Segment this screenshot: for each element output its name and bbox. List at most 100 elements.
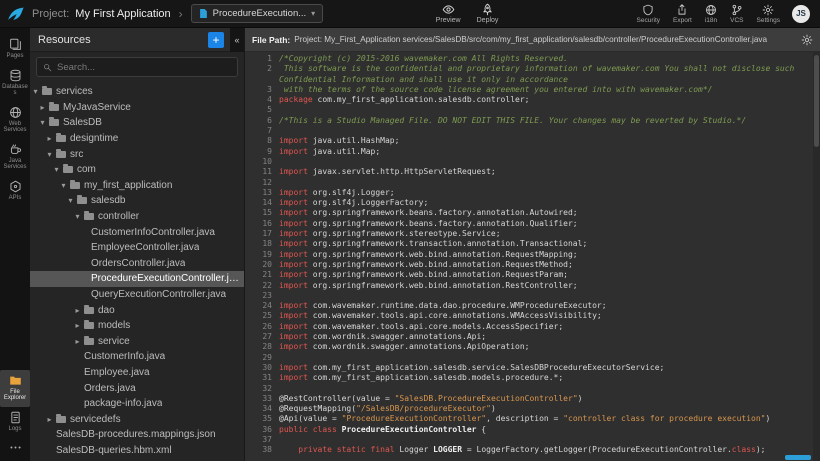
vertical-scrollbar-thumb[interactable] (814, 55, 819, 147)
code-token: @Api (279, 414, 298, 423)
tree-file-row[interactable]: SalesDB-procedures.mappings.json (30, 427, 244, 443)
topbar-action-vcs[interactable]: VCS (730, 4, 743, 24)
tree-file-row[interactable]: CustomerInfo.java (30, 349, 244, 365)
code-text: import com.wavemaker.tools.api.core.anno… (279, 311, 820, 321)
code-editor[interactable]: 1/*Copyright (c) 2015-2016 wavemaker.com… (245, 52, 820, 461)
search-input[interactable] (57, 62, 231, 73)
rail-item-databases[interactable]: Databases (0, 65, 30, 102)
folder-icon (84, 213, 94, 220)
code-token: import (279, 311, 308, 320)
tree-item-label: src (70, 149, 83, 160)
vertical-scrollbar[interactable] (813, 52, 820, 461)
line-number: 15 (245, 208, 279, 218)
topbar-action-settings[interactable]: Settings (757, 4, 781, 24)
code-text: import java.util.Map; (279, 147, 820, 157)
tree-item-label: CustomerInfoController.java (91, 227, 215, 238)
collapse-panel-button[interactable]: « (230, 28, 244, 52)
tree-folder-row[interactable]: ▾services (30, 84, 244, 100)
tree-folder-row[interactable]: ▸MyJavaService (30, 100, 244, 116)
code-text: import org.springframework.web.bind.anno… (279, 281, 820, 291)
tree-item-label: com (77, 164, 96, 175)
rail-item-file-explorer[interactable]: File Explorer (0, 370, 30, 407)
tree-folder-row[interactable]: ▾controller (30, 209, 244, 225)
folder-icon (63, 166, 73, 173)
tree-folder-row[interactable]: ▾com (30, 162, 244, 178)
code-text: import org.slf4j.LoggerFactory; (279, 198, 820, 208)
code-line: 22import org.springframework.web.bind.an… (245, 281, 820, 291)
tree-file-row[interactable]: package-info.java (30, 396, 244, 412)
tree-folder-row[interactable]: ▾my_first_application (30, 178, 244, 194)
code-token: com.wavemaker.tools.api.core.annotations… (308, 311, 602, 320)
code-token: "/SalesDB/procedureExecutor" (356, 404, 491, 413)
open-file-dropdown[interactable]: ProcedureExecution... ▾ (191, 4, 324, 23)
code-token: import (279, 270, 308, 279)
code-token: org.springframework.web.bind.annotation.… (308, 281, 578, 290)
folder-icon (84, 322, 94, 329)
chevron-right-icon: ▸ (46, 134, 53, 143)
tree-file-row[interactable]: OrdersController.java (30, 256, 244, 272)
globe-icon (705, 4, 717, 16)
code-token: "SalesDB.ProcedureExecutionController" (395, 394, 578, 403)
tree-folder-row[interactable]: ▸service (30, 334, 244, 350)
tree-folder-row[interactable]: ▾salesdb (30, 193, 244, 209)
topbar-action-i18n[interactable]: i18n (705, 4, 717, 24)
code-line: 26import com.wavemaker.tools.api.core.mo… (245, 322, 820, 332)
rail-item-label: APIs (1, 195, 29, 202)
code-line: 17import org.springframework.stereotype.… (245, 229, 820, 239)
tree-item-label: ProcedureExecutionController.java (91, 273, 244, 284)
tree-file-row[interactable]: QueryExecutionController.java (30, 287, 244, 303)
code-token: org.springframework.beans.factory.annota… (308, 219, 578, 228)
editor-settings-gear-icon[interactable] (801, 34, 813, 46)
line-number: 8 (245, 136, 279, 146)
user-avatar[interactable]: JS (792, 5, 810, 23)
line-number: 7 (245, 126, 279, 136)
tree-folder-row[interactable]: ▾SalesDB (30, 115, 244, 131)
code-line: 11import javax.servlet.http.HttpServletR… (245, 167, 820, 177)
tree-file-row[interactable]: ProcedureExecutionController.java (30, 271, 244, 287)
code-token: org.springframework.beans.factory.annota… (308, 208, 578, 217)
wavemaker-logo-icon[interactable] (6, 4, 26, 24)
code-text: import org.springframework.beans.factory… (279, 219, 820, 229)
tree-file-row[interactable]: EmployeeController.java (30, 240, 244, 256)
rail-item-web-services[interactable]: Web Services (0, 102, 30, 139)
code-line: 37 (245, 435, 820, 445)
rail-item-java-services[interactable]: Java Services (0, 139, 30, 176)
code-line: 19import org.springframework.web.bind.an… (245, 250, 820, 260)
tree-folder-row[interactable]: ▸dao (30, 302, 244, 318)
tree-folder-row[interactable]: ▸servicedefs (30, 411, 244, 427)
activity-rail: PagesDatabasesWeb ServicesJava Services A… (0, 28, 30, 461)
pages-icon (9, 38, 22, 51)
rail-item-logs[interactable]: Logs (0, 407, 30, 438)
code-text: import org.slf4j.Logger; (279, 188, 820, 198)
file-icon (199, 8, 208, 19)
tree-folder-row[interactable]: ▸models (30, 318, 244, 334)
topbar-action-export[interactable]: Export (673, 4, 692, 24)
line-number: 17 (245, 229, 279, 239)
tree-file-row[interactable]: Employee.java (30, 365, 244, 381)
deploy-button[interactable]: Deploy (477, 3, 499, 24)
code-line: 35@Api(value = "ProcedureExecutionContro… (245, 414, 820, 424)
horizontal-scrollbar-thumb[interactable] (785, 455, 811, 460)
rail-bottom-items: File ExplorerLogs (0, 370, 30, 460)
tree-folder-row[interactable]: ▾src (30, 146, 244, 162)
tree-file-row[interactable]: Orders.java (30, 380, 244, 396)
code-text: public class ProcedureExecutionControlle… (279, 425, 820, 435)
tree-folder-row[interactable]: ▸designtime (30, 131, 244, 147)
code-line: 36public class ProcedureExecutionControl… (245, 425, 820, 435)
rail-item-apis[interactable]: APIs (0, 176, 30, 207)
code-token: @RestController (279, 394, 351, 403)
horizontal-scrollbar[interactable] (279, 455, 813, 461)
code-token: import (279, 219, 308, 228)
web-services-icon (9, 106, 22, 119)
rail-item-more[interactable] (0, 437, 30, 459)
preview-button[interactable]: Preview (436, 3, 461, 24)
topbar-action-security[interactable]: Security (637, 4, 660, 24)
tree-file-row[interactable]: CustomerInfoController.java (30, 224, 244, 240)
line-number: 16 (245, 219, 279, 229)
add-resource-button[interactable]: + (208, 32, 224, 48)
rail-item-pages[interactable]: Pages (0, 34, 30, 65)
line-number: 37 (245, 435, 279, 445)
tree-item-label: SalesDB-procedures.mappings.json (56, 429, 216, 440)
tree-file-row[interactable]: SalesDB-queries.hbm.xml (30, 443, 244, 459)
topbar-actions: Security Export i18n VCS Settings (637, 4, 780, 24)
